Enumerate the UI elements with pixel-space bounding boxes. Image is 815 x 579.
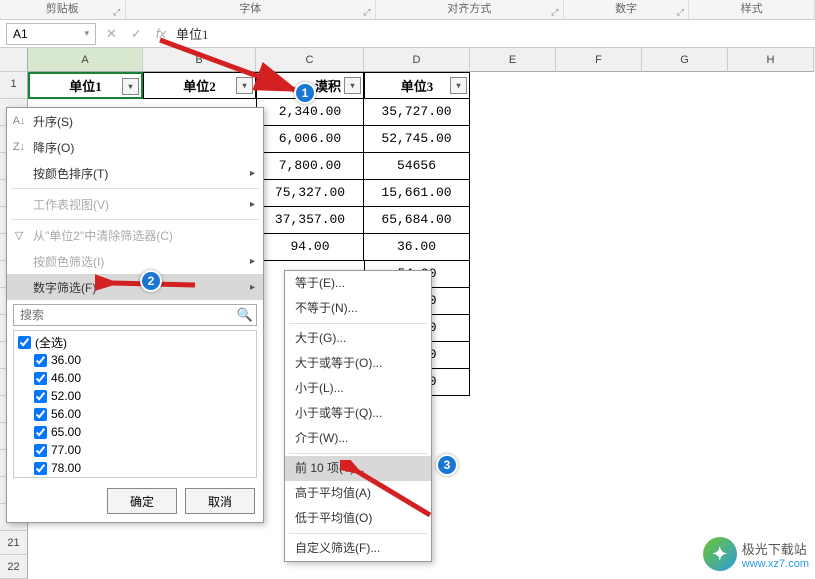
- ribbon-group-font: 字体⤢: [126, 0, 376, 19]
- search-icon: 🔍: [237, 307, 253, 323]
- watermark-logo-icon: ✦: [703, 537, 737, 571]
- data-cell[interactable]: 52,745.00: [364, 126, 470, 153]
- data-cell[interactable]: 2,340.00: [256, 99, 364, 126]
- filter-by-color-item: 按颜色筛选(I)▸: [7, 248, 263, 274]
- between-item[interactable]: 介于(W)...: [285, 426, 431, 451]
- col-header-E[interactable]: E: [470, 48, 556, 72]
- accept-formula-icon[interactable]: ✓: [131, 26, 142, 42]
- data-cell[interactable]: 7,800.00: [256, 153, 364, 180]
- cell-D1[interactable]: 单位3: [364, 72, 470, 99]
- chevron-right-icon: ▸: [250, 282, 255, 293]
- fx-icon[interactable]: fx: [156, 26, 166, 42]
- filter-value-list[interactable]: (全选) 36.0046.0052.0056.0065.0077.0078.00: [13, 330, 257, 478]
- watermark-name: 极光下载站: [742, 539, 809, 558]
- sort-by-color-item[interactable]: 按颜色排序(T)▸: [7, 160, 263, 186]
- filter-search-input[interactable]: [13, 304, 257, 326]
- data-cell[interactable]: 36.00: [364, 234, 470, 261]
- col-header-B[interactable]: B: [143, 48, 256, 72]
- header-label: 单位2: [183, 76, 216, 95]
- ribbon-group-align: 对齐方式⤢: [376, 0, 564, 19]
- filter-button[interactable]: [236, 77, 253, 94]
- data-cell[interactable]: 37,357.00: [256, 207, 364, 234]
- number-filter-submenu: 等于(E)... 不等于(N)... 大于(G)... 大于或等于(O)... …: [284, 270, 432, 562]
- badge-2: 2: [140, 270, 162, 292]
- data-cell[interactable]: 15,661.00: [364, 180, 470, 207]
- badge-3: 3: [436, 454, 458, 476]
- equals-item[interactable]: 等于(E)...: [285, 271, 431, 296]
- col-header-C[interactable]: C: [256, 48, 364, 72]
- cancel-formula-icon[interactable]: ✕: [106, 26, 117, 42]
- filter-value-checkbox[interactable]: 52.00: [16, 387, 254, 405]
- chevron-down-icon[interactable]: ▾: [84, 28, 89, 39]
- header-label: 单位3: [401, 76, 434, 95]
- badge-1: 1: [294, 82, 316, 104]
- name-box-value: A1: [13, 27, 28, 41]
- sheet-view-item: 工作表视图(V)▸: [7, 191, 263, 217]
- filter-value-checkbox[interactable]: 46.00: [16, 369, 254, 387]
- col-header-H[interactable]: H: [728, 48, 814, 72]
- watermark: ✦ 极光下载站 www.xz7.com: [703, 537, 809, 571]
- filter-button[interactable]: [122, 78, 139, 95]
- filter-value-checkbox[interactable]: 56.00: [16, 405, 254, 423]
- top10-item[interactable]: 前 10 项(T)...: [285, 456, 431, 481]
- sort-asc-icon: A↓: [11, 115, 27, 127]
- col-header-F[interactable]: F: [556, 48, 642, 72]
- name-box[interactable]: A1 ▾: [6, 23, 96, 45]
- clear-filter-item: ▽从"单位2"中清除筛选器(C): [7, 222, 263, 248]
- filter-value-checkbox[interactable]: 78.00: [16, 459, 254, 477]
- chevron-right-icon: ▸: [250, 168, 255, 179]
- ribbon-group-labels: 剪贴板⤢ 字体⤢ 对齐方式⤢ 数字⤢ 样式: [0, 0, 815, 20]
- custom-filter-item[interactable]: 自定义筛选(F)...: [285, 536, 431, 561]
- ribbon-group-style: 样式: [689, 0, 815, 19]
- cancel-button[interactable]: 取消: [185, 488, 255, 514]
- filter-search[interactable]: 🔍: [13, 304, 257, 326]
- expand-icon[interactable]: ⤢: [675, 3, 685, 13]
- formula-icons: ✕ ✓ fx: [106, 26, 166, 42]
- greater-equal-item[interactable]: 大于或等于(O)...: [285, 351, 431, 376]
- filter-value-checkbox[interactable]: 65.00: [16, 423, 254, 441]
- row-header[interactable]: 1: [0, 72, 28, 99]
- row-header[interactable]: 21: [0, 531, 28, 555]
- cell-A1[interactable]: 单位1: [28, 72, 143, 99]
- formula-value[interactable]: 单位1: [176, 24, 209, 43]
- not-equal-item[interactable]: 不等于(N)...: [285, 296, 431, 321]
- select-all-checkbox[interactable]: (全选): [16, 333, 254, 351]
- formula-bar: A1 ▾ ✕ ✓ fx 单位1: [0, 20, 815, 48]
- data-cell[interactable]: 35,727.00: [364, 99, 470, 126]
- above-avg-item[interactable]: 高于平均值(A): [285, 481, 431, 506]
- col-header-A[interactable]: A: [28, 48, 143, 72]
- ribbon-group-number: 数字⤢: [564, 0, 690, 19]
- expand-icon[interactable]: ⤢: [362, 3, 372, 13]
- row-header[interactable]: 22: [0, 555, 28, 579]
- sort-asc-item[interactable]: A↓升序(S): [7, 108, 263, 134]
- expand-icon[interactable]: ⤢: [550, 3, 560, 13]
- filter-button[interactable]: [450, 77, 467, 94]
- filter-value-checkbox[interactable]: 36.00: [16, 351, 254, 369]
- less-equal-item[interactable]: 小于或等于(Q)...: [285, 401, 431, 426]
- greater-than-item[interactable]: 大于(G)...: [285, 326, 431, 351]
- cell-B1[interactable]: 单位2: [143, 72, 256, 99]
- expand-icon[interactable]: ⤢: [112, 3, 122, 13]
- col-header-D[interactable]: D: [364, 48, 470, 72]
- less-than-item[interactable]: 小于(L)...: [285, 376, 431, 401]
- sort-desc-item[interactable]: Z↓降序(O): [7, 134, 263, 160]
- number-filter-item[interactable]: 数字筛选(F)▸: [7, 274, 263, 300]
- data-cell[interactable]: 6,006.00: [256, 126, 364, 153]
- col-header-G[interactable]: G: [642, 48, 728, 72]
- sort-desc-icon: Z↓: [11, 141, 27, 153]
- watermark-url: www.xz7.com: [742, 558, 809, 570]
- filter-value-checkbox[interactable]: 77.00: [16, 441, 254, 459]
- ok-button[interactable]: 确定: [107, 488, 177, 514]
- data-cell[interactable]: 94.00: [256, 234, 364, 261]
- data-cell[interactable]: 65,684.00: [364, 207, 470, 234]
- below-avg-item[interactable]: 低于平均值(O): [285, 506, 431, 531]
- filter-dropdown-menu: A↓升序(S) Z↓降序(O) 按颜色排序(T)▸ 工作表视图(V)▸ ▽从"单…: [6, 107, 264, 523]
- clear-filter-icon: ▽: [11, 229, 27, 242]
- filter-button[interactable]: [344, 77, 361, 94]
- data-cell[interactable]: 75,327.00: [256, 180, 364, 207]
- ribbon-group-clipboard: 剪贴板⤢: [0, 0, 126, 19]
- select-all-corner[interactable]: [0, 48, 28, 72]
- header-label: 单位1: [69, 76, 102, 95]
- data-cell[interactable]: 54656: [364, 153, 470, 180]
